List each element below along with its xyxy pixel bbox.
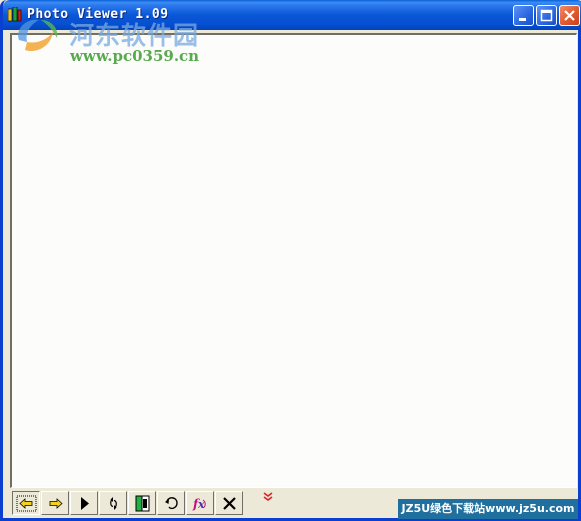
download-site-badge: JZ5U绿色下载站www.jz5u.com	[398, 499, 578, 519]
svg-text:x: x	[197, 498, 205, 511]
rotate-button[interactable]	[157, 491, 185, 515]
watermark-logo-icon	[18, 19, 58, 52]
image-view-area[interactable]	[10, 33, 577, 488]
close-button[interactable]	[559, 5, 580, 26]
back-button[interactable]	[12, 491, 40, 515]
fx-effects-icon: f x	[192, 497, 206, 511]
delete-button[interactable]	[215, 491, 243, 515]
minimize-button[interactable]	[513, 5, 534, 26]
fit-window-button[interactable]	[128, 491, 156, 515]
close-icon	[564, 10, 575, 21]
more-chevron-icon[interactable]	[262, 491, 274, 503]
back-arrow-icon	[16, 495, 37, 512]
maximize-button[interactable]	[536, 5, 557, 26]
play-icon	[81, 497, 89, 510]
maximize-icon	[540, 9, 553, 22]
app-window: Photo Viewer 1.09 河东软件园 www.pc0359.cn f …	[0, 0, 581, 521]
play-button[interactable]	[70, 491, 98, 515]
refresh-button[interactable]	[99, 491, 127, 515]
forward-arrow-icon	[49, 498, 63, 509]
refresh-icon	[110, 497, 117, 510]
fit-window-icon	[135, 495, 150, 512]
rotate-icon	[165, 497, 178, 510]
delete-icon	[223, 497, 236, 510]
effects-button[interactable]: f x	[186, 491, 214, 515]
minimize-icon	[519, 18, 526, 21]
forward-button[interactable]	[41, 491, 69, 515]
watermark-url: www.pc0359.cn	[70, 47, 200, 65]
